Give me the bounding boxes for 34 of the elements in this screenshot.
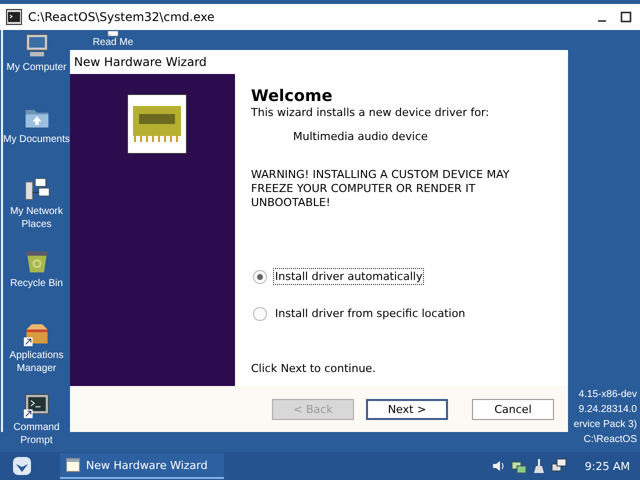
network-icon[interactable]: [22, 175, 50, 203]
taskbar-button[interactable]: New Hardware Wizard: [60, 453, 224, 479]
wizard-button[interactable]: Next >: [366, 398, 448, 420]
monitors-icon[interactable]: [550, 458, 567, 474]
wizard-heading: Welcome: [251, 86, 334, 106]
version-text: 9.24.28314.0: [578, 403, 637, 417]
device-name: Multimedia audio device: [293, 130, 429, 144]
version-text: ervice Pack 3): [574, 418, 637, 432]
wizard-button[interactable]: Cancel: [472, 398, 554, 420]
option-label[interactable]: Install driver automatically: [273, 268, 424, 285]
window-title: C:\ReactOS\System32\cmd.exe: [28, 10, 214, 24]
start-icon[interactable]: [12, 456, 32, 476]
window-icon: [66, 458, 80, 472]
radio-button[interactable]: [253, 270, 267, 284]
desktop-icon-label: My Network Places: [9, 205, 64, 231]
wizard-title: New Hardware Wizard: [73, 54, 208, 71]
desktop-icon-label: Applications Manager: [8, 349, 64, 375]
desktop-icon-label: My Computer: [6, 61, 66, 74]
maximize-icon[interactable]: [620, 11, 632, 23]
version-text: 4.15-x86-dev: [578, 388, 637, 402]
circuit-board-icon: [126, 94, 186, 154]
terminal-icon[interactable]: [22, 391, 50, 419]
intro-text: This wizard installs a new device driver for:: [251, 106, 490, 120]
desktop-icon-label: Command Prompt: [12, 421, 61, 447]
version-text: C:\ReactOS: [584, 433, 637, 447]
option-label[interactable]: Install driver from specific location: [273, 305, 468, 322]
radio-button[interactable]: [253, 306, 267, 320]
desktop-icon-label: My Documents: [3, 133, 70, 146]
clock: 9:25 AM: [584, 460, 630, 472]
continue-text: Click Next to continue.: [251, 362, 377, 376]
desktop-icon-label: Read Me: [92, 37, 134, 48]
terminal-icon: [6, 9, 22, 25]
warning-text: WARNING! INSTALLING A CUSTOM DEVICE MAY FREEZE YOUR COMPUTER OR RENDER IT UNBOOTABLE!: [251, 168, 510, 210]
desktop-icon-label: Recycle Bin: [10, 277, 63, 290]
